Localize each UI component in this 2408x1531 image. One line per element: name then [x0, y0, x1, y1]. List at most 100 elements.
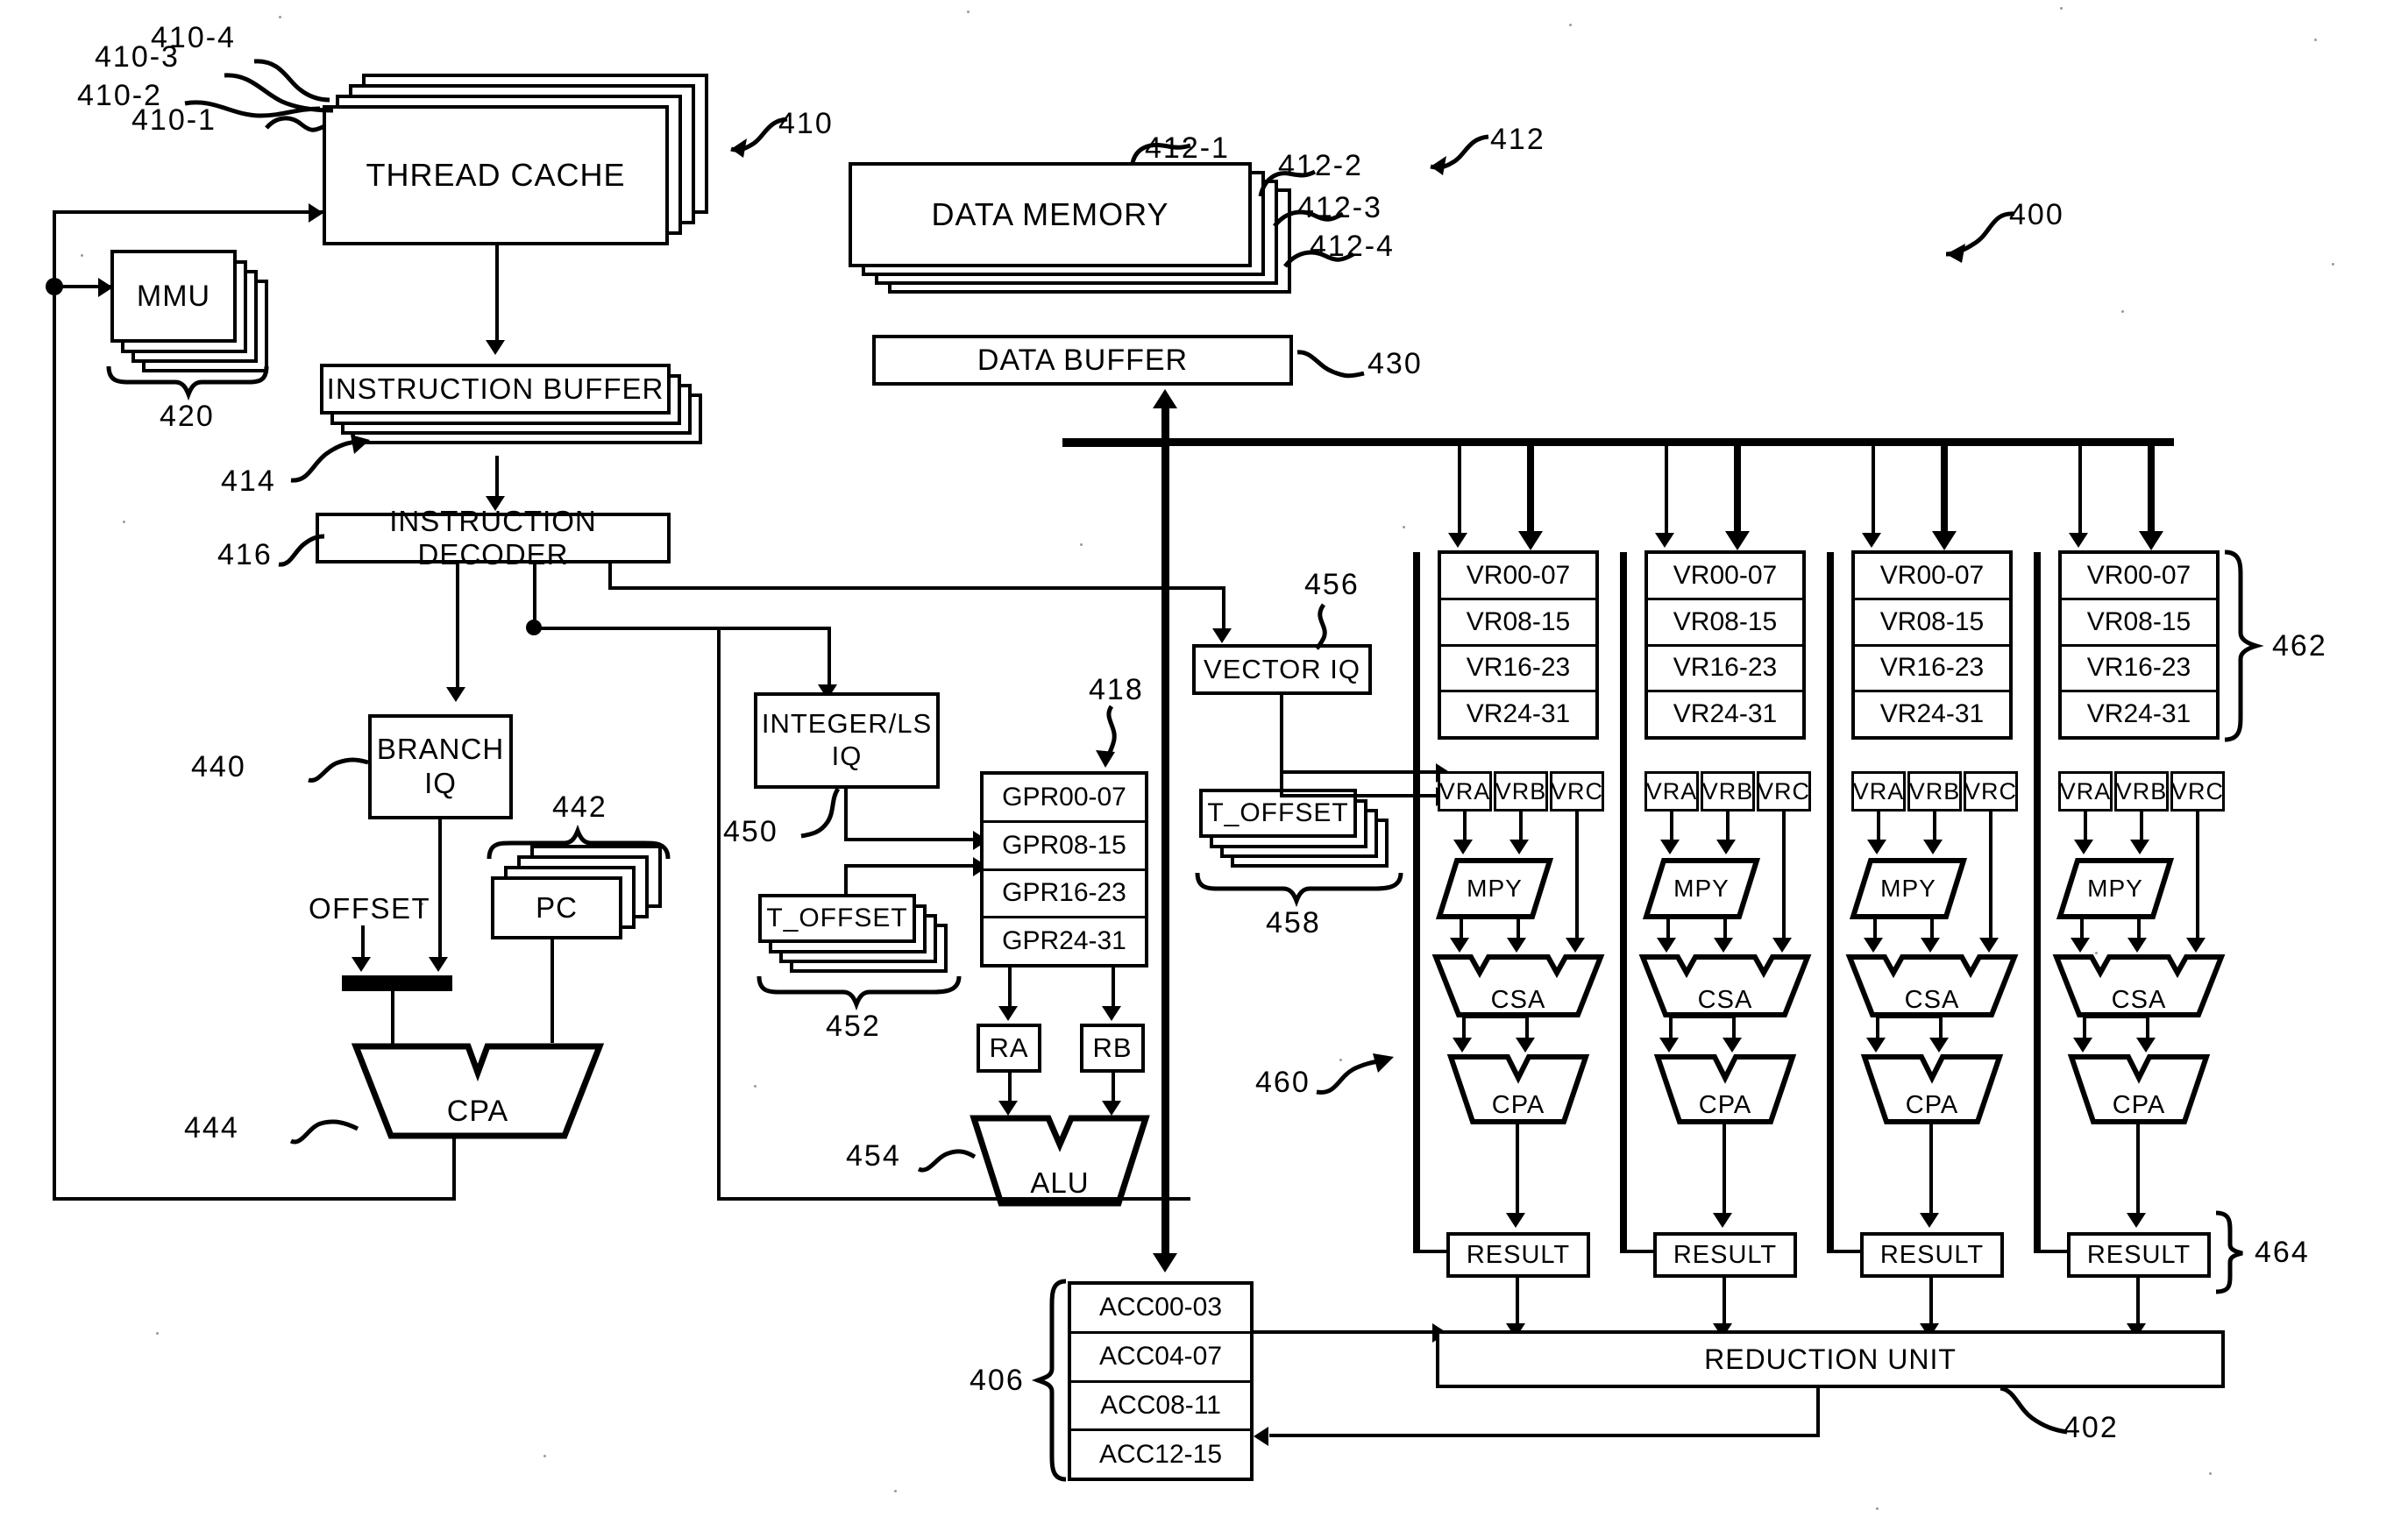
lane-3-feed-b: [1941, 445, 1948, 537]
arrow-lane-4-csa-out-b: [2136, 1038, 2156, 1053]
arrow-lane-3-csa-out-a: [1866, 1038, 1886, 1053]
lane-4-feed-b: [2148, 445, 2155, 537]
leader-454: [917, 1149, 977, 1173]
arrow-lane-3-mpy-out-b: [1921, 938, 1940, 953]
lane-4-result-to-reduction: [2136, 1278, 2140, 1329]
leader-412: [1430, 134, 1489, 175]
leader-414: [290, 435, 370, 483]
gpr-cell-2: GPR16-23: [984, 871, 1145, 919]
ref-410-1: 410-1: [131, 103, 217, 137]
lane-4-vra-box: VRA: [2058, 771, 2113, 812]
lane-1-mpy: MPY: [1435, 857, 1554, 920]
t-offset-vector-label: T_OFFSET: [1207, 798, 1349, 827]
lane-4-vrc-box: VRC: [2170, 771, 2225, 812]
arrow-lane-2-vrb-to-mpy: [1716, 840, 1736, 854]
lane-3-vr-cell-0: VR00-07: [1855, 554, 2009, 600]
instruction-buffer-box: INSTRUCTION BUFFER: [320, 364, 671, 415]
arrow-lane-2-vrc-to-csa: [1772, 938, 1792, 953]
reduction-unit-label: REDUCTION UNIT: [1704, 1343, 1957, 1375]
ref-444: 444: [184, 1111, 239, 1145]
arrow-lane-2-cpa-to-result: [1713, 1213, 1732, 1228]
brace-462: [2224, 549, 2264, 742]
lane-1-vra-label: VRA: [1438, 777, 1491, 804]
lane-4-bus-vertical: [2034, 552, 2041, 1253]
lane-1-vr-cell-0: VR00-07: [1441, 554, 1595, 600]
lane-2-vr-cell-3: VR24-31: [1673, 699, 1778, 729]
arrow-lane-3-feed-b: [1932, 531, 1957, 550]
decoder-to-vector-h: [608, 586, 1225, 590]
arrow-gpr-to-rb: [1102, 1006, 1121, 1021]
arrow-lane-4-mpy-out-b: [2127, 938, 2147, 953]
lane-3-cpa: CPA: [1860, 1053, 2004, 1125]
decoder-to-integer-v2: [828, 627, 831, 688]
lane-4-result-box: RESULT: [2067, 1232, 2211, 1278]
arrow-branch-iq-to-bar: [429, 957, 448, 972]
ref-400: 400: [2009, 198, 2064, 231]
arrow-lane-2-csa-out-a: [1659, 1038, 1679, 1053]
lane-4-vra-label: VRA: [2059, 777, 2112, 804]
t-offset-integer-to-gpr-h: [844, 864, 977, 868]
t-offset-integer-stack: T_OFFSET: [758, 894, 960, 973]
gpr-to-ra-line: [1008, 968, 1012, 1010]
ref-458: 458: [1266, 906, 1321, 939]
lane-4-feed-a: [2078, 445, 2082, 537]
arrow-lane-3-vrc-to-csa: [1979, 938, 1999, 953]
arrow-lane-2-mpy-out-b: [1714, 938, 1733, 953]
arrow-lane-4-vrb-to-mpy: [2130, 840, 2149, 854]
arrow-lane-1-mpy-out-b: [1507, 938, 1526, 953]
lane-2-csa: CSA: [1637, 953, 1813, 1018]
mmu-stack: MMU: [110, 250, 286, 372]
thread-cache-stack: THREAD CACHE: [323, 74, 708, 245]
alu-trapezoid: ALU: [970, 1115, 1150, 1207]
ref-464: 464: [2255, 1236, 2310, 1269]
arrow-lane-2-mpy-out-a: [1657, 938, 1676, 953]
arrow-decoder-to-branch: [446, 687, 465, 702]
decoder-to-vector-v2: [1222, 586, 1225, 632]
acc-register-file: ACC00-03 ACC04-07 ACC08-11 ACC12-15: [1068, 1281, 1254, 1481]
lane-3-result-box: RESULT: [1860, 1232, 2004, 1278]
ref-440: 440: [191, 750, 246, 783]
lane-2-feed-b: [1734, 445, 1741, 537]
pc-box: PC: [491, 876, 622, 939]
pc-to-cpa-line: [551, 939, 554, 1043]
pc-stack: PC: [491, 845, 666, 973]
lane-3-vrb-label: VRB: [1908, 777, 1961, 804]
lane-4-vrb-label: VRB: [2115, 777, 2168, 804]
lane-1-result-box: RESULT: [1446, 1232, 1590, 1278]
ra-label: RA: [989, 1032, 1029, 1063]
lane-3-vrb-to-mpy: [1933, 812, 1936, 843]
data-memory-label: DATA MEMORY: [931, 196, 1169, 232]
integer-loop-left-vertical: [717, 627, 721, 1197]
lane-1-vrb-box: VRB: [1494, 771, 1548, 812]
ref-452: 452: [826, 1010, 881, 1043]
lane-3-vra-label: VRA: [1852, 777, 1905, 804]
lane-2-vrc-label: VRC: [1758, 777, 1811, 804]
branch-iq-to-bar-line: [438, 819, 442, 960]
arrow-lane-2-feed-a: [1655, 533, 1674, 548]
leader-410-1: [265, 116, 326, 132]
lane-2-vra-label: VRA: [1645, 777, 1698, 804]
lane-1-result-label: RESULT: [1466, 1240, 1571, 1269]
gpr-cell-1: GPR08-15: [984, 823, 1145, 871]
integer-ls-iq-box: INTEGER/LS IQ: [754, 692, 940, 789]
brace-464: [2215, 1210, 2243, 1294]
instruction-buffer-label: INSTRUCTION BUFFER: [326, 372, 664, 405]
lane-1-csa-out-link: [1462, 1015, 1529, 1018]
lane-3-vr-cell-2: VR16-23: [1855, 647, 2009, 693]
branch-iq-label-line1: BRANCH: [376, 733, 505, 766]
arrow-lane-4-mpy-out-a: [2071, 938, 2090, 953]
lane-2-result-to-reduction: [1723, 1278, 1726, 1329]
acc-to-reduction-line: [1254, 1330, 1436, 1334]
lane-4-cpa: CPA: [2067, 1053, 2211, 1125]
leader-440: [308, 757, 369, 783]
brace-452: [756, 975, 962, 1011]
arrow-lane-2-feed-b: [1725, 531, 1750, 550]
lane-3-vrc-label: VRC: [1964, 777, 2018, 804]
t-offset-vector-stack: T_OFFSET: [1199, 789, 1401, 868]
ra-box: RA: [977, 1024, 1041, 1073]
arrow-decoder-to-vector: [1212, 628, 1232, 643]
lane-2-vrb-box: VRB: [1701, 771, 1755, 812]
arrow-gpr-to-ra: [998, 1006, 1018, 1021]
lane-2-vrc-box: VRC: [1757, 771, 1811, 812]
lane-4-mpy: MPY: [2056, 857, 2175, 920]
